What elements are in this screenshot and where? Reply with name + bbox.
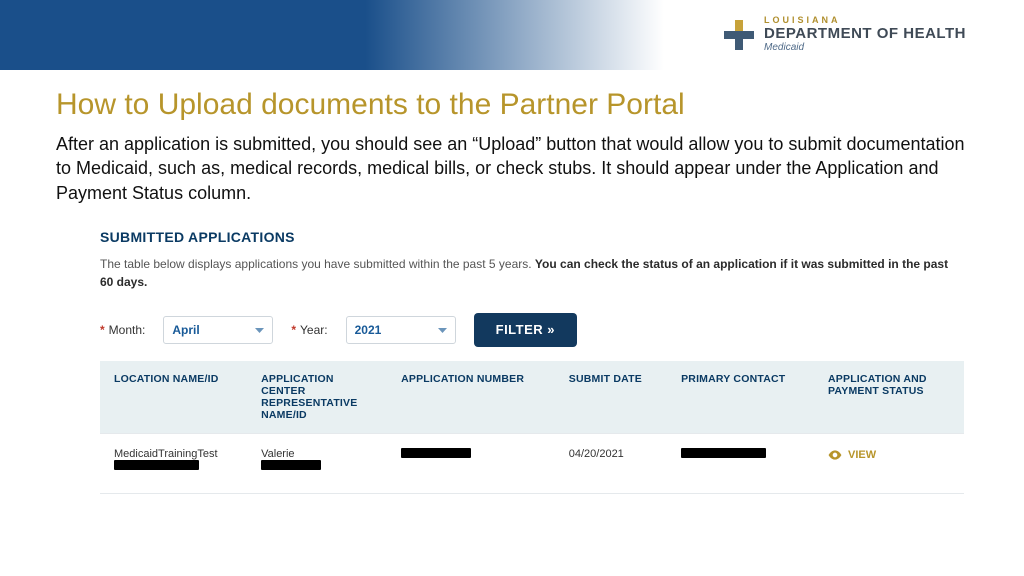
month-value: April [172, 323, 199, 337]
redacted-text [681, 448, 766, 458]
eye-icon [828, 448, 842, 462]
year-select[interactable]: 2021 [346, 316, 456, 344]
cell-appnum [387, 433, 555, 493]
filter-row: *Month: April *Year: 2021 FILTER » [100, 313, 964, 347]
required-star: * [291, 323, 296, 337]
col-submit: SUBMIT DATE [555, 361, 667, 434]
table-row: MedicaidTrainingTest Valerie 04/20/2021 [100, 433, 964, 493]
plus-icon [722, 18, 756, 52]
year-value: 2021 [355, 323, 382, 337]
cell-submit-date: 04/20/2021 [555, 433, 667, 493]
logo-area: LOUISIANA DEPARTMENT OF HEALTH Medicaid [664, 0, 1024, 70]
panel-heading: SUBMITTED APPLICATIONS [100, 229, 964, 245]
view-link[interactable]: VIEW [828, 448, 876, 462]
redacted-text [261, 460, 321, 470]
chevron-down-icon [255, 323, 264, 337]
logo-line2: DEPARTMENT OF HEALTH [764, 26, 966, 42]
panel-desc-plain: The table below displays applications yo… [100, 257, 535, 271]
panel-description: The table below displays applications yo… [100, 255, 964, 291]
year-label: *Year: [291, 323, 327, 337]
applications-table: LOCATION NAME/ID APPLICATION CENTER REPR… [100, 361, 964, 494]
ldh-logo: LOUISIANA DEPARTMENT OF HEALTH Medicaid [722, 16, 966, 54]
header-banner: LOUISIANA DEPARTMENT OF HEALTH Medicaid [0, 0, 1024, 70]
cell-rep: Valerie [247, 433, 387, 493]
redacted-text [401, 448, 471, 458]
filter-button[interactable]: FILTER » [474, 313, 577, 347]
month-select[interactable]: April [163, 316, 273, 344]
view-label: VIEW [848, 449, 876, 461]
col-appnum: APPLICATION NUMBER [387, 361, 555, 434]
col-rep: APPLICATION CENTER REPRESENTATIVE NAME/I… [247, 361, 387, 434]
col-contact: PRIMARY CONTACT [667, 361, 814, 434]
col-location: LOCATION NAME/ID [100, 361, 247, 434]
logo-line3: Medicaid [764, 43, 966, 54]
redacted-text [114, 460, 199, 470]
intro-paragraph: After an application is submitted, you s… [56, 132, 976, 205]
location-name: MedicaidTrainingTest [114, 448, 218, 460]
required-star: * [100, 323, 105, 337]
cell-status: VIEW [814, 433, 964, 493]
cell-contact [667, 433, 814, 493]
banner-gradient [0, 0, 664, 70]
col-status: APPLICATION AND PAYMENT STATUS [814, 361, 964, 434]
cell-location: MedicaidTrainingTest [100, 433, 247, 493]
rep-name: Valerie [261, 448, 294, 460]
submitted-applications-panel: SUBMITTED APPLICATIONS The table below d… [100, 229, 964, 494]
chevron-down-icon [438, 323, 447, 337]
month-label: *Month: [100, 323, 145, 337]
page-title: How to Upload documents to the Partner P… [56, 88, 984, 122]
